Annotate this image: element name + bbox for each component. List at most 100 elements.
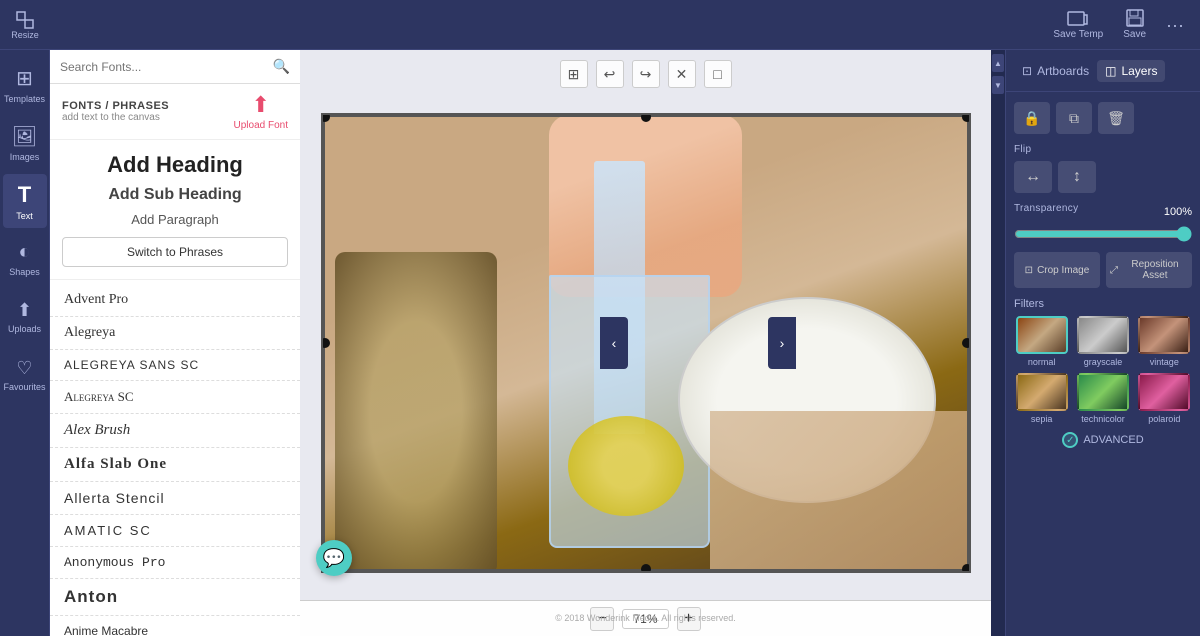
text-options: Add Heading Add Sub Heading Add Paragrap…: [50, 140, 300, 280]
flip-horizontal-button[interactable]: ↔: [1014, 161, 1052, 193]
right-panel: ⊡ Artboards ◫ Layers 🔒 ⧉ 🗑 Flip ↔: [1005, 50, 1200, 636]
templates-icon: ⊞: [16, 66, 33, 91]
font-item-alfa-slab-one[interactable]: Alfa Slab One: [50, 448, 300, 482]
filter-grayscale-thumb: [1077, 316, 1129, 354]
filter-normal[interactable]: normal: [1014, 316, 1069, 367]
zoom-level[interactable]: 71%: [622, 609, 668, 629]
lock-button[interactable]: 🔒: [1014, 102, 1050, 134]
handle-bottom-right[interactable]: [962, 564, 971, 573]
font-item-alegreya-sc[interactable]: Alegreya SC: [50, 381, 300, 414]
font-item-alegreya-sans-sc[interactable]: Alegreya Sans SC: [50, 350, 300, 381]
layers-tab[interactable]: ◫ Layers: [1097, 60, 1165, 82]
reposition-label: Reposition Asset: [1122, 259, 1188, 281]
canvas-content: ↻: [321, 113, 971, 573]
search-icon: 🔍: [273, 58, 290, 75]
save-temp-button[interactable]: Save Temp: [1053, 9, 1103, 40]
advanced-section[interactable]: ✓ ADVANCED: [1014, 432, 1192, 448]
upload-font-button[interactable]: ⬆ Upload Font: [234, 92, 288, 131]
font-item-allerta-stencil[interactable]: Allerta Stencil: [50, 482, 300, 515]
filter-vintage[interactable]: vintage: [1137, 316, 1192, 367]
sidebar-item-text[interactable]: T Text: [3, 174, 47, 228]
resize-section[interactable]: Resize: [0, 0, 50, 50]
filter-vintage-thumb: [1138, 316, 1190, 354]
handle-top-mid[interactable]: [641, 113, 651, 122]
artboards-tab[interactable]: ⊡ Artboards: [1014, 60, 1097, 82]
uploads-icon: ⬆: [17, 300, 32, 321]
handle-top-right[interactable]: [962, 113, 971, 122]
fonts-title-section: FONTS / PHRASES add text to the canvas: [62, 100, 169, 123]
crop-image-button[interactable]: ⊡ Crop Image: [1014, 252, 1100, 288]
more-options-button[interactable]: ···: [1166, 16, 1184, 34]
flip-row: ↔ ↕: [1014, 161, 1192, 193]
add-heading-button[interactable]: Add Heading: [62, 152, 288, 178]
left-sidebar: ⊞ Templates 🖼 Images T Text ◐ Shapes ⬆ U…: [0, 50, 50, 636]
uploads-label: Uploads: [8, 324, 41, 334]
zoom-out-button[interactable]: −: [590, 607, 614, 631]
chat-icon: 💬: [323, 548, 345, 569]
fonts-title: FONTS / PHRASES: [62, 100, 169, 112]
advanced-label: ADVANCED: [1083, 434, 1143, 446]
font-item-alex-brush[interactable]: Alex Brush: [50, 414, 300, 448]
sidebar-item-uploads[interactable]: ⬆ Uploads: [3, 290, 47, 344]
sidebar-item-templates[interactable]: ⊞ Templates: [3, 58, 47, 112]
search-input[interactable]: [60, 60, 267, 74]
action-icons-row: 🔒 ⧉ 🗑: [1014, 102, 1192, 134]
chat-button[interactable]: 💬: [316, 540, 352, 576]
more-icon: ···: [1166, 16, 1184, 34]
add-paragraph-button[interactable]: Add Paragraph: [62, 212, 288, 227]
transparency-slider[interactable]: [1014, 226, 1192, 242]
redo-button[interactable]: ↪: [632, 60, 660, 88]
delete-button[interactable]: 🗑: [1098, 102, 1134, 134]
layers-icon: ◫: [1105, 64, 1116, 78]
transparency-row: Transparency 100%: [1014, 203, 1192, 220]
zoom-in-button[interactable]: +: [677, 607, 701, 631]
layers-label: Layers: [1121, 64, 1157, 78]
canvas-image[interactable]: ↻: [321, 113, 971, 573]
filters-grid: normal grayscale vintage sepia: [1014, 316, 1192, 424]
filter-polaroid-label: polaroid: [1148, 414, 1180, 424]
upload-icon: ⬆: [252, 92, 270, 118]
font-item-anton[interactable]: Anton: [50, 579, 300, 616]
filter-polaroid[interactable]: polaroid: [1137, 373, 1192, 424]
scroll-up-button[interactable]: ▲: [992, 54, 1004, 72]
right-tabs: ⊡ Artboards ◫ Layers: [1006, 50, 1200, 92]
filter-sepia[interactable]: sepia: [1014, 373, 1069, 424]
close-button[interactable]: ✕: [668, 60, 696, 88]
handle-mid-right[interactable]: [962, 338, 971, 348]
save-button[interactable]: Save: [1123, 9, 1146, 40]
font-item-amatic-sc[interactable]: Amatic SC: [50, 515, 300, 547]
canvas-next-button[interactable]: ›: [768, 317, 796, 369]
reposition-button[interactable]: ⤢ Reposition Asset: [1106, 252, 1192, 288]
switch-phrases-button[interactable]: Switch to Phrases: [62, 237, 288, 267]
sidebar-item-shapes[interactable]: ◐ Shapes: [3, 232, 47, 286]
sidebar-item-favourites[interactable]: ♡ Favourites: [3, 348, 47, 402]
add-subheading-button[interactable]: Add Sub Heading: [62, 186, 288, 204]
copy-button[interactable]: ⧉: [1056, 102, 1092, 134]
filters-label: Filters: [1014, 298, 1192, 310]
transparency-label: Transparency: [1014, 203, 1078, 214]
flip-vertical-button[interactable]: ↕: [1058, 161, 1096, 193]
filter-grayscale[interactable]: grayscale: [1075, 316, 1130, 367]
font-item-anime-macabre[interactable]: Anime Macabre: [50, 616, 300, 636]
text-icon: T: [18, 182, 31, 208]
top-bar: Resize Save Temp Save ···: [0, 0, 1200, 50]
handle-bottom-mid[interactable]: [641, 564, 651, 573]
font-item-anonymous-pro[interactable]: Anonymous Pro: [50, 547, 300, 579]
handle-mid-left[interactable]: [321, 338, 330, 348]
font-item-advent-pro[interactable]: Advent Pro: [50, 284, 300, 317]
handle-top-left[interactable]: [321, 113, 330, 122]
top-actions: Save Temp Save ···: [1053, 9, 1184, 40]
canvas-prev-button[interactable]: ‹: [600, 317, 628, 369]
fonts-header: FONTS / PHRASES add text to the canvas ⬆…: [50, 84, 300, 140]
images-label: Images: [10, 152, 40, 162]
search-bar: 🔍: [50, 50, 300, 84]
filter-technicolor[interactable]: technicolor: [1075, 373, 1130, 424]
undo-button[interactable]: ↩: [596, 60, 624, 88]
scroll-down-button[interactable]: ▼: [992, 76, 1004, 94]
grid-tool-button[interactable]: ⊞: [560, 60, 588, 88]
shapes-label: Shapes: [9, 267, 40, 277]
sidebar-item-images[interactable]: 🖼 Images: [3, 116, 47, 170]
resize-handle-button[interactable]: □: [704, 60, 732, 88]
artboards-label: Artboards: [1037, 64, 1089, 78]
font-item-alegreya[interactable]: Alegreya: [50, 317, 300, 350]
